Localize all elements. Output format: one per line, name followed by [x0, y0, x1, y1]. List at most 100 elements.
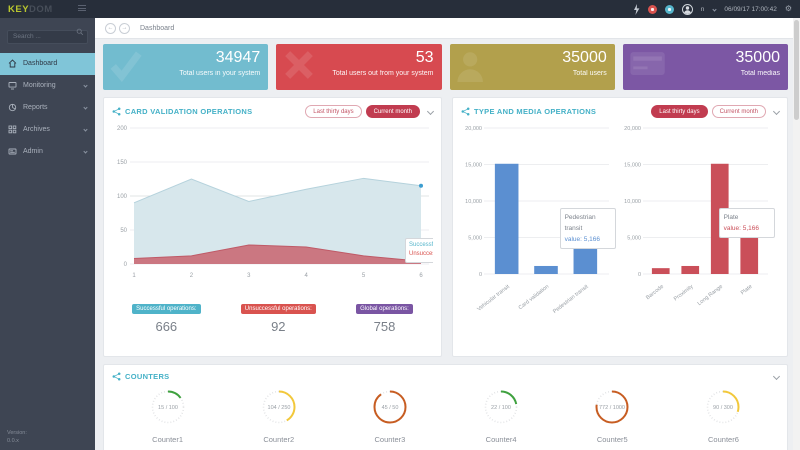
- panel-title: COUNTERS: [125, 372, 170, 381]
- svg-text:Long Range: Long Range: [697, 284, 724, 307]
- area-chart[interactable]: 0 50 100 150 200 1 2 3 4 5 6: [112, 118, 433, 286]
- counter-label: Counter1: [152, 435, 184, 444]
- sidebar-item-monitoring[interactable]: Monitoring: [0, 75, 95, 97]
- notifications-icon[interactable]: [647, 4, 657, 14]
- svg-text:Proximity: Proximity: [673, 284, 695, 303]
- version-value: 0.0.x: [7, 437, 19, 444]
- current-month-button[interactable]: Current month: [711, 105, 766, 118]
- reports-icon: [8, 103, 17, 112]
- svg-text:3: 3: [247, 273, 251, 279]
- panel-title: CARD VALIDATION OPERATIONS: [125, 107, 253, 116]
- svg-text:20,000: 20,000: [465, 126, 482, 132]
- sidebar-item-label: Archives: [23, 126, 50, 133]
- media-chart-wrap: 0 5,000 10,000 15,000 20,000 Barcode Proximity…: [620, 118, 779, 323]
- successful-operations-badge: Successful operations:: [132, 304, 201, 314]
- sidebar-item-reports[interactable]: Reports: [0, 97, 95, 119]
- app-logo: KEYDOM: [8, 4, 53, 15]
- card-icon: [630, 52, 665, 75]
- counter-label: Counter5: [596, 435, 628, 444]
- back-button[interactable]: ←: [105, 22, 116, 34]
- last-thirty-days-button[interactable]: Last thirty days: [651, 105, 708, 118]
- svg-text:10,000: 10,000: [624, 199, 641, 205]
- svg-text:15,000: 15,000: [624, 163, 641, 169]
- home-icon: [8, 59, 17, 68]
- type-chart-wrap: 0 5,000 10,000 15,000 20,000 Vehicular transi…: [461, 118, 620, 323]
- svg-text:2: 2: [190, 273, 194, 279]
- svg-text:5: 5: [362, 273, 366, 279]
- svg-text:5,000: 5,000: [627, 236, 641, 242]
- current-month-button[interactable]: Current month: [365, 105, 420, 118]
- counter: 90 / 300 Counter6: [668, 385, 779, 444]
- flash-icon[interactable]: [633, 3, 640, 15]
- svg-text:10,000: 10,000: [465, 199, 482, 205]
- svg-text:5,000: 5,000: [468, 236, 482, 242]
- user-chevron-icon[interactable]: [712, 6, 718, 12]
- scrollbar-thumb[interactable]: [794, 20, 799, 120]
- counter: 22 / 100 Counter4: [446, 385, 557, 444]
- svg-text:0: 0: [638, 272, 641, 278]
- panel-title: TYPE AND MEDIA OPERATIONS: [474, 107, 597, 116]
- share-icon: [112, 107, 121, 116]
- sidebar-item-label: Monitoring: [23, 82, 56, 89]
- tooltip-title: Pedestrian transit: [564, 214, 596, 233]
- svg-text:4: 4: [305, 273, 309, 279]
- last-thirty-days-button[interactable]: Last thirty days: [305, 105, 362, 118]
- page-title: Dashboard: [140, 24, 175, 32]
- chevron-down-icon: [83, 149, 88, 154]
- check-icon: [110, 51, 142, 82]
- gauge: 45 / 50: [373, 390, 407, 424]
- gauge-value: 15 / 100: [158, 405, 178, 411]
- svg-text:20,000: 20,000: [624, 126, 641, 132]
- tooltip-successful: Successful: [409, 241, 433, 248]
- counter: 45 / 50 Counter3: [334, 385, 445, 444]
- scrollbar-track[interactable]: [793, 18, 800, 450]
- svg-text:Barcode: Barcode: [645, 284, 665, 301]
- sidebar-item-dashboard[interactable]: Dashboard: [0, 52, 95, 75]
- sidebar-item-archives[interactable]: Archives: [0, 119, 95, 141]
- media-tooltip-value: value: 5,166: [723, 225, 759, 233]
- counters-panel: COUNTERS 15 / 100 Counter1 104 / 250 Cou…: [103, 364, 788, 450]
- sidebar-item-admin[interactable]: Admin: [0, 141, 95, 163]
- chevron-down-icon: [83, 105, 88, 110]
- stat-cards-row: 34947 Total users in your system 53 Tota…: [103, 44, 788, 90]
- svg-text:Vehicular transit: Vehicular transit: [476, 284, 511, 313]
- stat-label: Total users out from your system: [332, 70, 434, 77]
- unsuccessful-operations-value: 92: [271, 319, 286, 334]
- version-label: Version:: [7, 429, 27, 436]
- sidebar-item-label: Admin: [23, 148, 43, 155]
- stat-value: 35000: [735, 49, 781, 66]
- chevron-down-icon: [83, 83, 88, 88]
- collapse-chevron-icon[interactable]: [426, 107, 435, 116]
- svg-text:200: 200: [117, 126, 128, 132]
- gauge-value: 22 / 100: [491, 405, 511, 411]
- gauge: 90 / 300: [706, 390, 740, 424]
- counter-label: Counter6: [708, 435, 739, 444]
- svg-text:50: 50: [120, 228, 127, 234]
- counter-label: Counter3: [374, 435, 406, 444]
- username[interactable]: n: [701, 6, 705, 13]
- menu-toggle-icon[interactable]: [78, 5, 86, 13]
- settings-gear-icon[interactable]: ⚙: [785, 5, 792, 13]
- operations-stats-row: Successful operations: 666 Unsuccessful …: [112, 297, 433, 334]
- collapse-chevron-icon[interactable]: [772, 107, 781, 116]
- svg-text:Plate: Plate: [740, 284, 754, 296]
- svg-text:Pedestrian transit: Pedestrian transit: [552, 284, 590, 315]
- svg-text:6: 6: [419, 273, 423, 279]
- share-icon: [112, 372, 121, 381]
- stat-value: 34947: [215, 49, 261, 66]
- stat-card-total-users[interactable]: 35000 Total users: [449, 44, 615, 90]
- stat-card-total-medias[interactable]: 35000 Total medias: [622, 44, 788, 90]
- svg-text:0: 0: [124, 262, 128, 268]
- user-avatar[interactable]: [681, 3, 693, 15]
- forward-button[interactable]: →: [119, 22, 130, 34]
- messages-icon[interactable]: [664, 4, 674, 14]
- stat-card-users-in[interactable]: 34947 Total users in your system: [103, 44, 269, 90]
- counters-row: 15 / 100 Counter1 104 / 250 Counter2 45 …: [112, 385, 779, 444]
- area-chart-tooltip: Successful Unsuccessful: [405, 237, 433, 263]
- svg-text:15,000: 15,000: [465, 163, 482, 169]
- stat-card-users-out[interactable]: 53 Total users out from your system: [276, 44, 442, 90]
- successful-operations-value: 666: [155, 319, 178, 334]
- svg-text:150: 150: [117, 160, 128, 166]
- collapse-chevron-icon[interactable]: [772, 372, 781, 381]
- counter-label: Counter2: [263, 435, 295, 444]
